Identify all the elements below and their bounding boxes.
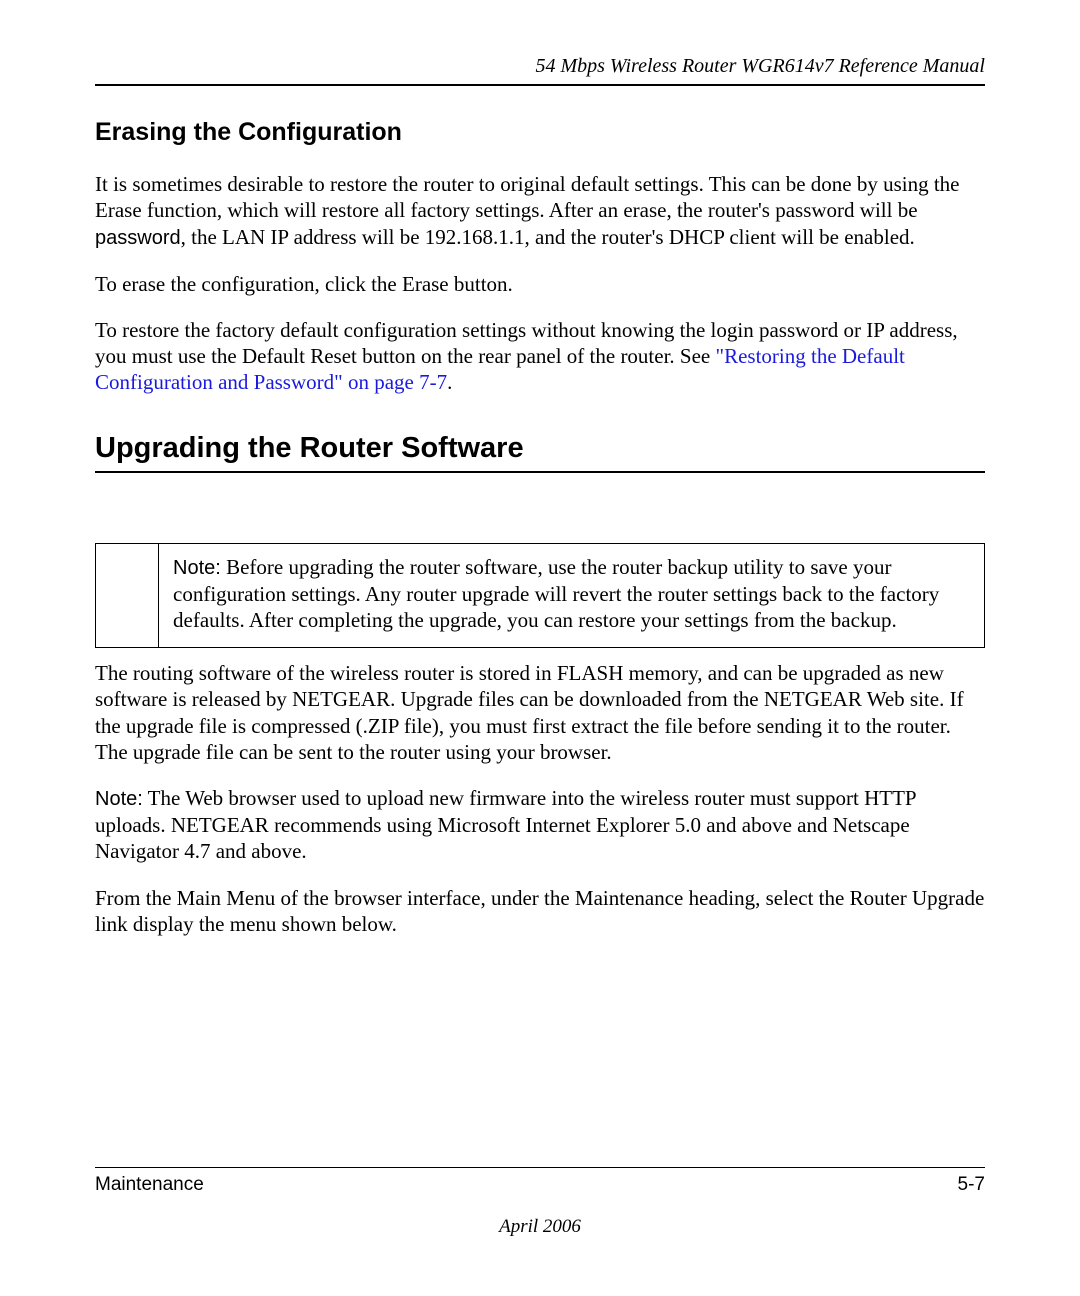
heading-rule (95, 471, 985, 473)
note-text: Before upgrading the router software, us… (173, 555, 939, 632)
note-icon-cell (96, 544, 159, 648)
note-box: Note: Before upgrading the router softwa… (95, 543, 985, 649)
running-header: 54 Mbps Wireless Router WGR614v7 Referen… (95, 55, 985, 84)
footer-page-number: 5-7 (958, 1174, 985, 1196)
paragraph: The routing software of the wireless rou… (95, 660, 985, 765)
footer-rule (95, 1167, 985, 1168)
body-text: . (447, 370, 452, 394)
page-footer: Maintenance 5-7 (95, 1167, 985, 1196)
paragraph: It is sometimes desirable to restore the… (95, 171, 985, 251)
paragraph: To erase the configuration, click the Er… (95, 271, 985, 297)
note-body: Note: Before upgrading the router softwa… (159, 544, 984, 648)
body-text: It is sometimes desirable to restore the… (95, 172, 960, 222)
note-label: Note: (173, 557, 221, 579)
heading-upgrading-router-software: Upgrading the Router Software (95, 432, 985, 465)
body-text: , the LAN IP address will be 192.168.1.1… (181, 225, 915, 249)
paragraph: Note: The Web browser used to upload new… (95, 785, 985, 865)
inline-code-password: password (95, 227, 181, 249)
footer-date: April 2006 (0, 1216, 1080, 1238)
footer-section-name: Maintenance (95, 1174, 204, 1196)
header-rule (95, 84, 985, 86)
body-text: The Web browser used to upload new firmw… (95, 786, 916, 863)
paragraph: From the Main Menu of the browser interf… (95, 885, 985, 938)
inline-note-label: Note: (95, 788, 143, 810)
heading-erasing-configuration: Erasing the Configuration (95, 118, 985, 147)
paragraph: To restore the factory default configura… (95, 317, 985, 396)
